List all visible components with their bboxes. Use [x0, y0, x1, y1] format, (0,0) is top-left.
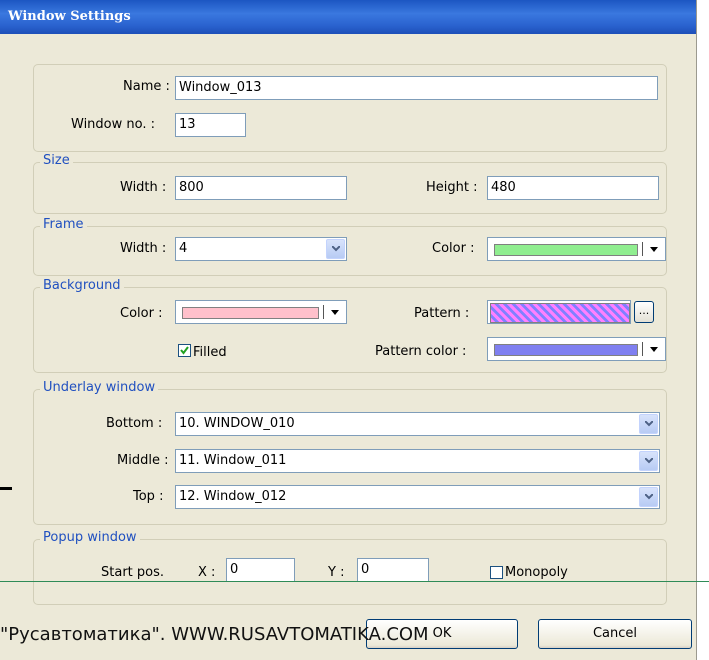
bottom-value: 10. WINDOW_010 — [179, 416, 295, 431]
name-input[interactable]: Window_013 — [175, 76, 658, 100]
middle-value: 11. Window_011 — [179, 453, 287, 468]
background-color-picker[interactable] — [175, 300, 347, 324]
name-label: Name : — [123, 79, 170, 94]
frame-color-swatch — [494, 244, 638, 256]
checkmark-icon — [180, 346, 189, 355]
window-no-label: Window no. : — [71, 117, 155, 132]
popup-group: Popup window Start pos. X : 0 Y : 0 Mono… — [33, 530, 667, 605]
pattern-color-label: Pattern color : — [375, 344, 467, 359]
bottom-label: Bottom : — [106, 416, 163, 431]
frame-group: Frame Width : 4 Color : — [33, 217, 667, 276]
watermark-text: "Русавтоматика". WWW.RUSAVTOMATIKA.COM — [0, 624, 429, 645]
window-settings-dialog: Window Settings Name : Window_013 Window… — [0, 0, 697, 660]
start-y-input[interactable]: 0 — [357, 558, 429, 582]
frame-color-picker[interactable] — [487, 237, 666, 261]
pattern-browse-button[interactable]: ... — [634, 301, 654, 323]
size-height-label: Height : — [426, 180, 478, 195]
chevron-down-icon[interactable] — [639, 451, 658, 471]
filled-checkbox[interactable] — [178, 344, 191, 357]
title-bar[interactable]: Window Settings — [0, 0, 696, 34]
background-color-label: Color : — [120, 306, 163, 321]
window-no-input[interactable]: 13 — [175, 113, 246, 137]
start-pos-label: Start pos. — [101, 565, 165, 580]
chevron-down-icon[interactable] — [639, 487, 658, 507]
dialog-title: Window Settings — [8, 9, 131, 24]
pattern-picker[interactable] — [487, 300, 631, 324]
dropdown-arrow-icon — [650, 347, 658, 352]
frame-width-value: 4 — [179, 241, 188, 256]
x-label: X : — [198, 565, 216, 580]
dropdown-arrow-icon — [331, 310, 339, 315]
frame-width-label: Width : — [120, 241, 167, 256]
underlay-legend: Underlay window — [40, 380, 159, 395]
frame-color-label: Color : — [432, 241, 475, 256]
monopoly-label: Monopoly — [505, 565, 568, 580]
background-color-swatch — [182, 307, 319, 319]
dropdown-arrow-icon — [650, 247, 658, 252]
chevron-down-icon[interactable] — [326, 239, 345, 259]
overlay-black-line — [0, 487, 12, 490]
bottom-select[interactable]: 10. WINDOW_010 — [175, 412, 660, 436]
size-legend: Size — [40, 153, 73, 168]
background-legend: Background — [40, 278, 124, 293]
monopoly-checkbox[interactable] — [490, 566, 503, 579]
pattern-color-swatch — [494, 344, 638, 356]
general-group: Name : Window_013 Window no. : 13 — [33, 64, 667, 152]
cancel-button[interactable]: Cancel — [538, 619, 692, 649]
underlay-group: Underlay window Bottom : 10. WINDOW_010 … — [33, 380, 667, 525]
top-value: 12. Window_012 — [179, 489, 287, 504]
y-label: Y : — [328, 565, 345, 580]
pattern-swatch — [490, 303, 630, 323]
color-separator — [323, 305, 324, 319]
top-label: Top : — [133, 489, 164, 504]
frame-legend: Frame — [40, 217, 87, 232]
color-separator — [642, 242, 643, 256]
middle-select[interactable]: 11. Window_011 — [175, 449, 660, 473]
top-select[interactable]: 12. Window_012 — [175, 485, 660, 509]
pattern-color-picker[interactable] — [487, 337, 666, 361]
background-group: Background Color : Pattern : ... Filled … — [33, 278, 667, 373]
frame-width-select[interactable]: 4 — [175, 237, 347, 261]
size-width-input[interactable]: 800 — [175, 176, 347, 200]
chevron-down-icon[interactable] — [639, 414, 658, 434]
start-x-input[interactable]: 0 — [226, 558, 295, 582]
size-group: Size Width : 800 Height : 480 — [33, 153, 667, 214]
middle-label: Middle : — [117, 453, 169, 468]
color-separator — [642, 342, 643, 356]
filled-label: Filled — [193, 345, 227, 360]
pattern-label: Pattern : — [414, 306, 470, 321]
overlay-green-line — [0, 581, 709, 582]
popup-legend: Popup window — [40, 530, 140, 545]
size-width-label: Width : — [120, 180, 167, 195]
size-height-input[interactable]: 480 — [487, 176, 659, 200]
